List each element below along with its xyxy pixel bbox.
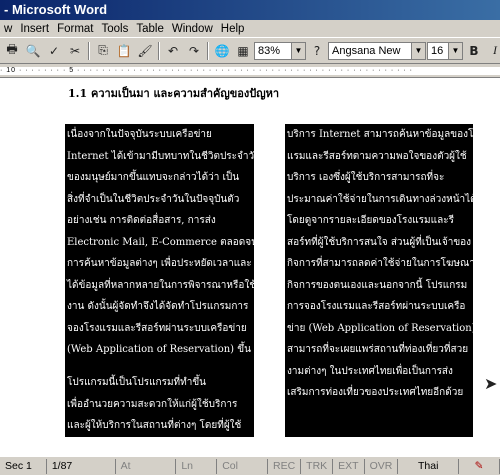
- menu-format[interactable]: Format: [53, 23, 97, 35]
- text-line: กิจการที่สามารถลดค่าใช้จ่ายในการโฆษณา: [287, 258, 473, 269]
- ruler-scale: · 10 · · · · · · · · 5 · · · · · · · · ·…: [0, 67, 500, 75]
- text-line: จองโรงแรมและรีสอร์ทผ่านระบบเครือข่าย: [67, 322, 247, 334]
- menu-help[interactable]: Help: [217, 23, 249, 35]
- text-column-right[interactable]: บริการ Internet สามารถค้นหาข้อมูลของโรง …: [285, 124, 473, 437]
- menu-table[interactable]: Table: [132, 23, 168, 35]
- text-line: เนื่องจากในปัจจุบันระบบเครือข่าย: [67, 129, 212, 140]
- status-extend[interactable]: EXT: [333, 458, 365, 474]
- print-preview-icon[interactable]: 🔍: [23, 41, 43, 61]
- horizontal-ruler[interactable]: · 10 · · · · · · · · 5 · · · · · · · · ·…: [0, 64, 500, 78]
- cut-icon[interactable]: ✂: [65, 41, 85, 61]
- text-line: (Web Application of Reservation) ขึ้น: [67, 344, 251, 355]
- text-column-left[interactable]: เนื่องจากในปัจจุบันระบบเครือข่าย Interne…: [65, 124, 254, 372]
- document-area[interactable]: 1.1 ความเป็นมา และความสำคัญของปัญหา เนื่…: [0, 78, 500, 456]
- text-line: การค้นหาข้อมูลต่างๆ เพื่อประหยัดเวลาและ: [67, 258, 252, 269]
- text-line: ของมนุษย์มากขึ้นแทบจะกล่าวได้ว่า เป็น: [67, 172, 240, 183]
- text-line: บริการ เองซึ่งผู้ใช้บริการสามารถที่จะ: [287, 172, 445, 183]
- text-line: สิ่งที่จำเป็นในชีวิตประจำวันในปัจจุบันตั…: [67, 193, 240, 205]
- spelling-icon[interactable]: ✓: [44, 41, 64, 61]
- print-icon[interactable]: 🖶: [2, 41, 22, 61]
- status-bar: Sec 1 1/87 At Ln Col REC TRK EXT OVR Tha…: [0, 456, 500, 475]
- menu-insert[interactable]: Insert: [16, 23, 53, 35]
- toolbar-separator: [88, 41, 90, 60]
- toolbar-separator: [158, 41, 160, 60]
- paste-icon[interactable]: 📋: [114, 41, 134, 61]
- redo-icon[interactable]: ↷: [184, 41, 204, 61]
- title-bar: - Microsoft Word: [0, 0, 500, 20]
- text-line: บริการ Internet สามารถค้นหาข้อมูลของโรง: [287, 129, 473, 140]
- undo-icon[interactable]: ↶: [163, 41, 183, 61]
- status-page: 1/87: [47, 458, 116, 474]
- font-value: Angsana New: [332, 44, 401, 57]
- font-size-value: 16: [431, 44, 444, 57]
- mouse-pointer-icon: ➤: [484, 374, 498, 393]
- menu-view[interactable]: w: [0, 23, 16, 35]
- toolbar-separator: [207, 41, 209, 60]
- text-line: การจองโรงแรมและรีสอร์ทผ่านระบบเครือ: [287, 301, 466, 312]
- text-line: และผู้ให้บริการในสถานที่ต่างๆ โดยที่ผู้ใ…: [67, 420, 242, 431]
- hyperlink-icon[interactable]: 🌐: [212, 41, 232, 61]
- text-column-left-continued[interactable]: โปรแกรมนี้เป็นโปรแกรมที่ทำขึ้น เพื่ออำนว…: [65, 372, 254, 437]
- status-language: Thai: [398, 458, 460, 474]
- text-line: ได้ข้อมูลที่หลากหลายในการพิจารณาหรือใช้: [67, 279, 254, 291]
- status-column: Col: [217, 458, 268, 474]
- text-line: งามต่างๆ ในประเทศไทยเพื่อเป็นการส่ง: [287, 365, 453, 377]
- text-line: กิจการของตนเองและนอกจากนี้ โปรแกรม: [287, 279, 468, 291]
- text-line: เพื่ออำนวยความสะดวกให้แก่ผู้ใช้บริการ: [67, 398, 238, 410]
- text-line: เสริมการท่องเที่ยวของประเทศไทยอีกด้วย: [287, 387, 464, 398]
- text-line: Internet ได้เข้ามามีบทบาทในชีวิตประจำวัน: [67, 150, 254, 162]
- text-line: แรมและรีสอร์ทตามความพอใจของตัวผู้ใช้: [287, 150, 467, 162]
- text-line: โดยดูจากรายละเอียดของโรงแรมและรี: [287, 215, 454, 226]
- spelling-status-icon[interactable]: ✎: [459, 458, 500, 474]
- status-section: Sec 1: [0, 458, 47, 474]
- help-icon[interactable]: ?: [307, 41, 327, 61]
- text-line: ข่าย (Web Application of Reservation) ยั…: [287, 322, 473, 334]
- status-line: Ln: [176, 458, 218, 474]
- font-select[interactable]: Angsana New ▼: [328, 41, 426, 60]
- text-line: สอร์ทที่ผู้ใช้บริการสนใจ ส่วนผู้ที่เป็นเ…: [287, 236, 472, 248]
- text-line: อย่างเช่น การติดต่อสื่อสาร, การส่ง: [67, 215, 216, 226]
- text-line: สามารถที่จะเผยแพร่สถานที่ท่องเที่ยวที่สว…: [287, 344, 469, 355]
- tables-icon[interactable]: ▦: [233, 41, 253, 61]
- text-line: งาน ดังนั้นผู้จัดทำจึงได้จัดทำโปรแกรมการ: [67, 301, 249, 312]
- italic-button[interactable]: I: [485, 41, 500, 61]
- text-line: Electronic Mail, E-Commerce ตลอดจนใน: [67, 236, 254, 248]
- zoom-select[interactable]: 83% ▼: [254, 41, 306, 60]
- window-title: - Microsoft Word: [4, 2, 108, 17]
- bold-button[interactable]: B: [464, 41, 484, 61]
- status-track-changes[interactable]: TRK: [301, 458, 334, 474]
- font-size-select[interactable]: 16 ▼: [427, 41, 463, 60]
- menu-tools[interactable]: Tools: [98, 23, 133, 35]
- copy-icon[interactable]: ⎘: [93, 41, 113, 61]
- text-line: ประมาณค่าใช้จ่ายในการเดินทางล่วงหน้าได้: [287, 193, 473, 205]
- chevron-down-icon[interactable]: ▼: [411, 42, 425, 59]
- menu-bar: w Insert Format Tools Table Window Help: [0, 20, 500, 38]
- status-record[interactable]: REC: [268, 458, 302, 474]
- section-heading: 1.1 ความเป็นมา และความสำคัญของปัญหา: [68, 87, 280, 100]
- format-painter-icon[interactable]: 🖌: [135, 41, 155, 61]
- chevron-down-icon[interactable]: ▼: [291, 42, 305, 59]
- text-line: โปรแกรมนี้เป็นโปรแกรมที่ทำขึ้น: [67, 377, 207, 388]
- chevron-down-icon[interactable]: ▼: [448, 42, 462, 59]
- status-overtype[interactable]: OVR: [365, 458, 399, 474]
- menu-window[interactable]: Window: [168, 23, 217, 35]
- status-at: At: [116, 458, 177, 474]
- zoom-value: 83%: [258, 44, 281, 57]
- standard-toolbar: 🖶 🔍 ✓ ✂ ⎘ 📋 🖌 ↶ ↷ 🌐 ▦ 83% ▼ ? Angsana Ne…: [0, 38, 500, 64]
